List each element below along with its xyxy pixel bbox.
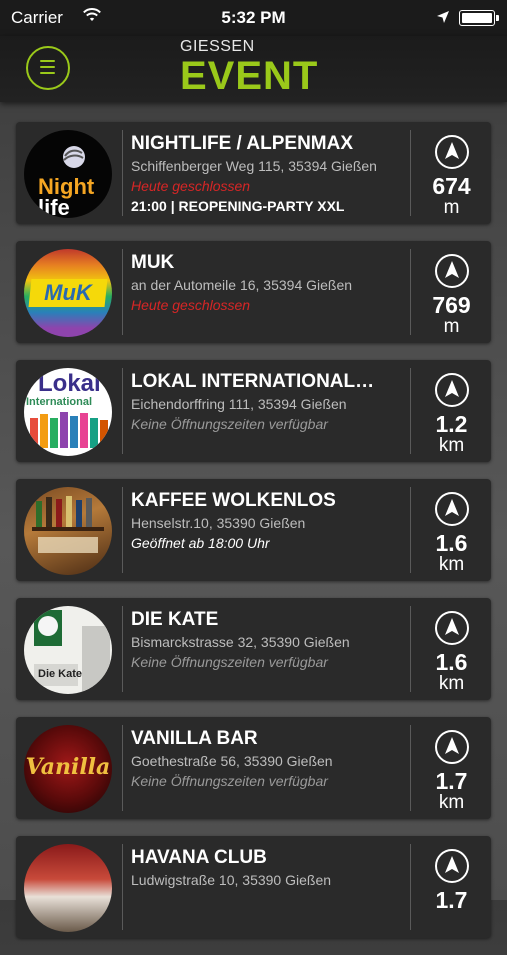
distance-unit: m: [443, 197, 460, 218]
venue-card[interactable]: Lokal International LOKAL INTERNATIONAL……: [16, 360, 491, 462]
venue-logo: Lokal International: [24, 368, 112, 456]
venue-name: NIGHTLIFE / ALPENMAX: [131, 133, 354, 154]
battery-icon: [459, 10, 499, 26]
distance-unit: km: [438, 792, 465, 813]
divider: [410, 130, 411, 216]
clock: 5:32 PM: [221, 8, 286, 27]
navigation-arrow-icon[interactable]: [434, 848, 470, 884]
distance-value: 769: [432, 292, 471, 318]
venue-hours: Geöffnet ab 18:00 Uhr: [131, 535, 270, 551]
venue-logo: Night life: [24, 130, 112, 218]
venue-logo: MuK: [24, 249, 112, 337]
status-bar: Carrier 5:32 PM: [0, 0, 507, 36]
venue-logo: [24, 487, 112, 575]
venue-address: Bismarckstrasse 32, 35390 Gießen: [131, 634, 350, 650]
distance-value: 1.7: [435, 887, 468, 913]
venue-card[interactable]: Vanilla VANILLA BAR Goethestraße 56, 353…: [16, 717, 491, 819]
distance-block: 1.6 km: [412, 485, 491, 575]
venue-list: Night life NIGHTLIFE / ALPENMAX Schiffen…: [16, 122, 491, 955]
venue-logo-text: MuK: [44, 280, 92, 305]
venue-card[interactable]: Die Kate DIE KATE Bismarckstrasse 32, 35…: [16, 598, 491, 700]
divider: [410, 249, 411, 335]
brand-title: EVENT: [180, 54, 319, 98]
venue-name: LOKAL INTERNATIONAL…: [131, 371, 375, 392]
distance-block: 1.7 km: [412, 723, 491, 813]
navigation-arrow-icon[interactable]: [434, 491, 470, 527]
distance-block: 1.6 km: [412, 604, 491, 694]
venue-card[interactable]: MuK MUK an der Automeile 16, 35394 Gieße…: [16, 241, 491, 343]
navigation-arrow-icon[interactable]: [434, 372, 470, 408]
venue-card[interactable]: KAFFEE WOLKENLOS Henselstr.10, 35390 Gie…: [16, 479, 491, 581]
divider: [410, 606, 411, 692]
brand-city: GIESSEN: [180, 38, 255, 55]
venue-hours: Keine Öffnungszeiten verfügbar: [131, 654, 328, 670]
distance-block: 1.2 km: [412, 366, 491, 456]
app-logo: GIESSEN EVENT: [180, 38, 319, 98]
location-arrow-icon: [437, 11, 449, 23]
divider: [410, 487, 411, 573]
distance-value: 674: [432, 173, 471, 199]
distance-unit: km: [438, 435, 465, 456]
venue-name: KAFFEE WOLKENLOS: [131, 490, 336, 511]
distance-block: 769 m: [412, 247, 491, 337]
divider: [410, 844, 411, 930]
venue-logo: Vanilla: [24, 725, 112, 813]
venue-hours: Heute geschlossen: [131, 297, 251, 313]
menu-button[interactable]: [26, 46, 70, 90]
venue-logo-text: Die Kate: [38, 668, 83, 680]
navigation-arrow-icon[interactable]: [434, 729, 470, 765]
navigation-arrow-icon[interactable]: [434, 253, 470, 289]
distance-unit: km: [438, 554, 465, 575]
venue-address: Ludwigstraße 10, 35390 Gießen: [131, 872, 332, 888]
navigation-arrow-icon[interactable]: [434, 134, 470, 170]
navigation-arrow-icon[interactable]: [434, 610, 470, 646]
venue-name: HAVANA CLUB: [131, 847, 267, 868]
venue-address: Eichendorffring 111, 35394 Gießen: [131, 396, 347, 412]
distance-unit: m: [443, 316, 460, 337]
divider: [122, 368, 123, 454]
divider: [410, 725, 411, 811]
divider: [122, 249, 123, 335]
distance-value: 1.2: [435, 411, 468, 437]
venue-name: DIE KATE: [131, 609, 219, 630]
venue-address: Goethestraße 56, 35390 Gießen: [131, 753, 333, 769]
divider: [122, 725, 123, 811]
venue-hours: Keine Öffnungszeiten verfügbar: [131, 773, 328, 789]
venue-hours: Heute geschlossen: [131, 178, 251, 194]
divider: [410, 368, 411, 454]
venue-logo: Die Kate: [24, 606, 112, 694]
venue-logo-text: life: [38, 195, 70, 219]
venue-hours: Keine Öffnungszeiten verfügbar: [131, 416, 328, 432]
nav-bar: GIESSEN EVENT: [0, 36, 507, 102]
divider: [122, 606, 123, 692]
distance-value: 1.7: [435, 768, 468, 794]
distance-block: 674 m: [412, 128, 491, 218]
venue-logo: [24, 844, 112, 932]
distance-value: 1.6: [435, 649, 468, 675]
divider: [122, 844, 123, 930]
distance-value: 1.6: [435, 530, 468, 556]
venue-address: Schiffenberger Weg 115, 35394 Gießen: [131, 158, 377, 174]
divider: [122, 487, 123, 573]
venue-card[interactable]: HAVANA CLUB Ludwigstraße 10, 35390 Gieße…: [16, 836, 491, 938]
divider: [122, 130, 123, 216]
venue-card[interactable]: Night life NIGHTLIFE / ALPENMAX Schiffen…: [16, 122, 491, 224]
distance-unit: km: [438, 673, 465, 694]
venue-logo-text: Vanilla: [25, 754, 111, 780]
venue-address: an der Automeile 16, 35394 Gießen: [131, 277, 353, 293]
venue-name: MUK: [131, 252, 175, 273]
venue-event: 21:00 | REOPENING-PARTY XXL: [131, 198, 345, 214]
distance-block: 1.7: [412, 842, 491, 912]
venue-address: Henselstr.10, 35390 Gießen: [131, 515, 306, 531]
venue-name: VANILLA BAR: [131, 728, 258, 749]
